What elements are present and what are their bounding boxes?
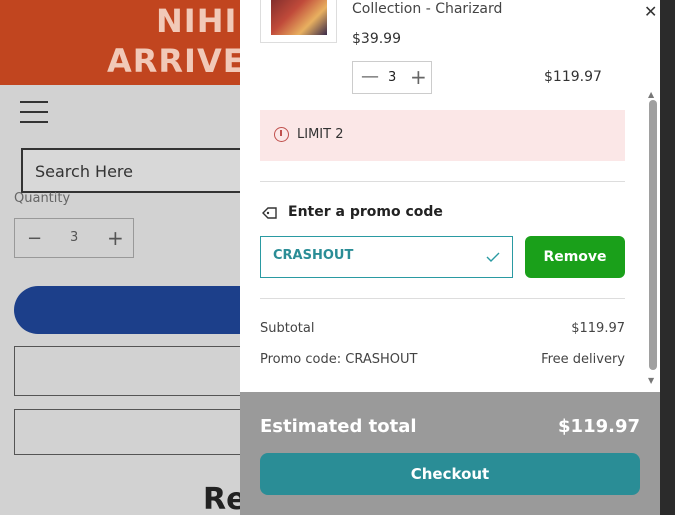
- promo-code-field[interactable]: [260, 236, 513, 278]
- banner-line-2: ARRIVE: [107, 42, 246, 80]
- cart-increment-button[interactable]: +: [410, 65, 427, 89]
- divider: [260, 181, 625, 182]
- search-placeholder: Search Here: [35, 162, 133, 181]
- product-thumbnail[interactable]: [260, 0, 337, 43]
- remove-promo-button[interactable]: Remove: [525, 236, 625, 278]
- estimated-total-value: $119.97: [558, 416, 640, 437]
- increment-button[interactable]: +: [107, 226, 124, 250]
- add-to-cart-button[interactable]: [14, 286, 274, 334]
- scroll-thumb[interactable]: [649, 100, 657, 370]
- divider: [260, 298, 625, 299]
- item-unit-price: $39.99: [352, 31, 401, 47]
- cart-scrollbar[interactable]: ▲ ▼: [647, 90, 659, 390]
- window-scrollbar[interactable]: [660, 0, 675, 515]
- tertiary-button[interactable]: [14, 409, 274, 455]
- estimated-total-label: Estimated total: [260, 416, 417, 437]
- tag-icon: [262, 207, 277, 219]
- quantity-stepper[interactable]: − 3 +: [14, 218, 134, 258]
- scroll-up-icon[interactable]: ▲: [648, 90, 654, 99]
- check-icon: [486, 252, 500, 262]
- checkout-button[interactable]: Checkout: [260, 453, 640, 495]
- subtotal-value: $119.97: [571, 321, 625, 336]
- limit-notice: LIMIT 2: [260, 110, 625, 161]
- close-icon[interactable]: ✕: [644, 2, 657, 21]
- limit-text: LIMIT 2: [297, 127, 344, 142]
- cart-decrement-button[interactable]: —: [361, 66, 379, 87]
- quantity-label: Quantity: [14, 191, 71, 206]
- cart-quantity-stepper[interactable]: — 3 +: [352, 61, 432, 94]
- promo-code-label: Promo code: CRASHOUT: [260, 352, 418, 367]
- cart-quantity-value: 3: [388, 70, 397, 85]
- promo-code-input[interactable]: [273, 248, 473, 263]
- subtotal-label: Subtotal: [260, 321, 315, 336]
- promo-code-value: Free delivery: [541, 352, 625, 367]
- item-title[interactable]: Collection - Charizard: [352, 1, 502, 17]
- scroll-down-icon[interactable]: ▼: [648, 376, 654, 385]
- cart-footer: Estimated total $119.97 Checkout: [240, 392, 660, 515]
- cart-drawer: Collection - Charizard $39.99 ✕ — 3 + $1…: [240, 0, 660, 515]
- secondary-button[interactable]: [14, 346, 274, 396]
- quantity-value: 3: [70, 230, 79, 245]
- product-image: [271, 0, 327, 35]
- line-total: $119.97: [544, 69, 602, 85]
- info-icon: [274, 127, 289, 142]
- promo-title: Enter a promo code: [288, 204, 443, 220]
- decrement-button[interactable]: −: [27, 228, 42, 249]
- search-input[interactable]: Search Here: [21, 148, 261, 193]
- menu-icon[interactable]: [20, 101, 48, 125]
